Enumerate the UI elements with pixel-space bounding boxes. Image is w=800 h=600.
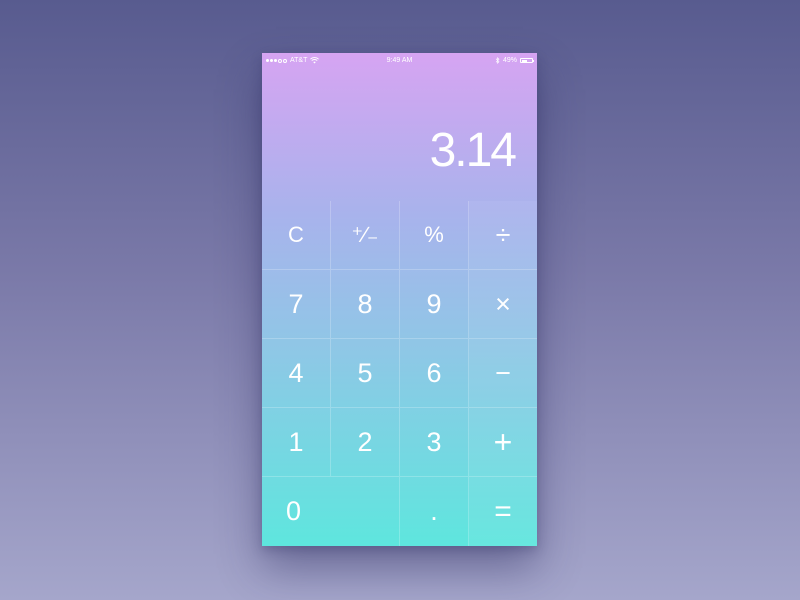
digit-8-button[interactable]: 8 (331, 270, 400, 339)
decimal-button[interactable]: . (400, 477, 469, 546)
multiply-button[interactable]: × (469, 270, 537, 339)
plus-button[interactable]: + (469, 408, 537, 477)
digit-5-button[interactable]: 5 (331, 339, 400, 408)
status-right: 49% (495, 57, 534, 64)
result-display: 3.14 (429, 124, 517, 177)
keypad: C ⁺∕₋ % ÷ 7 8 9 × 4 5 6 − 1 2 3 + 0 . = (262, 201, 537, 546)
equals-button[interactable]: = (469, 477, 537, 546)
digit-9-button[interactable]: 9 (400, 270, 469, 339)
battery-percent: 49% (502, 57, 517, 64)
digit-1-button[interactable]: 1 (262, 408, 331, 477)
digit-6-button[interactable]: 6 (400, 339, 469, 408)
digit-4-button[interactable]: 4 (262, 339, 331, 408)
battery-fill (521, 59, 527, 62)
clear-button[interactable]: C (262, 201, 331, 270)
digit-7-button[interactable]: 7 (262, 270, 331, 339)
percent-button[interactable]: % (400, 201, 469, 270)
divide-button[interactable]: ÷ (469, 201, 537, 270)
digit-2-button[interactable]: 2 (331, 408, 400, 477)
bluetooth-icon (495, 57, 500, 64)
battery-icon (520, 58, 534, 63)
digit-3-button[interactable]: 3 (400, 408, 469, 477)
digit-0-button[interactable]: 0 (262, 477, 400, 546)
status-bar: AT&T 9:49 AM 49% (262, 53, 537, 71)
plus-minus-button[interactable]: ⁺∕₋ (331, 201, 400, 270)
calculator-app: AT&T 9:49 AM 49% 3.14 C ⁺∕₋ % ÷ 7 8 9 × … (262, 53, 537, 546)
minus-button[interactable]: − (469, 339, 537, 408)
